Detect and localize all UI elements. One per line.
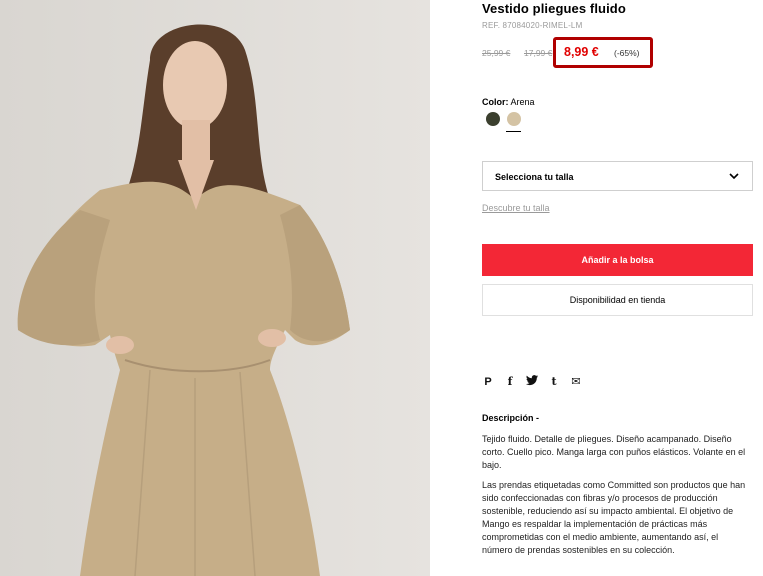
chevron-down-icon (729, 173, 739, 180)
color-swatch-arena[interactable] (507, 112, 521, 126)
size-guide-link[interactable]: Descubre tu talla (482, 203, 550, 213)
pinterest-icon[interactable]: P (481, 375, 495, 389)
old-price-original: 25,99 € (482, 48, 511, 58)
add-to-bag-button[interactable]: Añadir a la bolsa (482, 244, 753, 276)
facebook-icon[interactable]: f (503, 375, 517, 389)
discount-badge: (-65%) (614, 48, 640, 58)
product-reference: REF. 87084020-RIMEL-LM (482, 21, 583, 30)
description-paragraph-2: Las prendas etiquetadas como Committed s… (482, 480, 746, 555)
email-icon[interactable]: ✉ (569, 375, 583, 389)
size-select-label: Selecciona tu talla (495, 172, 574, 182)
description-paragraph-1: Tejido fluido. Detalle de pliegues. Dise… (482, 434, 746, 470)
twitter-icon[interactable] (525, 375, 539, 389)
current-price-box: 8,99 € (-65%) (553, 37, 653, 68)
current-price: 8,99 € (564, 45, 599, 59)
color-label: Color: Arena (482, 97, 535, 107)
product-photo[interactable] (0, 0, 430, 576)
color-swatch-dark-olive[interactable] (486, 112, 500, 126)
product-title: Vestido pliegues fluido (482, 1, 626, 16)
color-value: Arena (510, 97, 535, 107)
size-select[interactable]: Selecciona tu talla (482, 161, 753, 191)
description-title[interactable]: Descripción - (482, 413, 539, 423)
store-availability-button[interactable]: Disponibilidad en tienda (482, 284, 753, 316)
selected-swatch-indicator (506, 131, 521, 132)
color-label-key: Color: (482, 97, 509, 107)
old-price-previous: 17,99 € (524, 48, 553, 58)
tumblr-icon[interactable]: t (547, 375, 561, 389)
